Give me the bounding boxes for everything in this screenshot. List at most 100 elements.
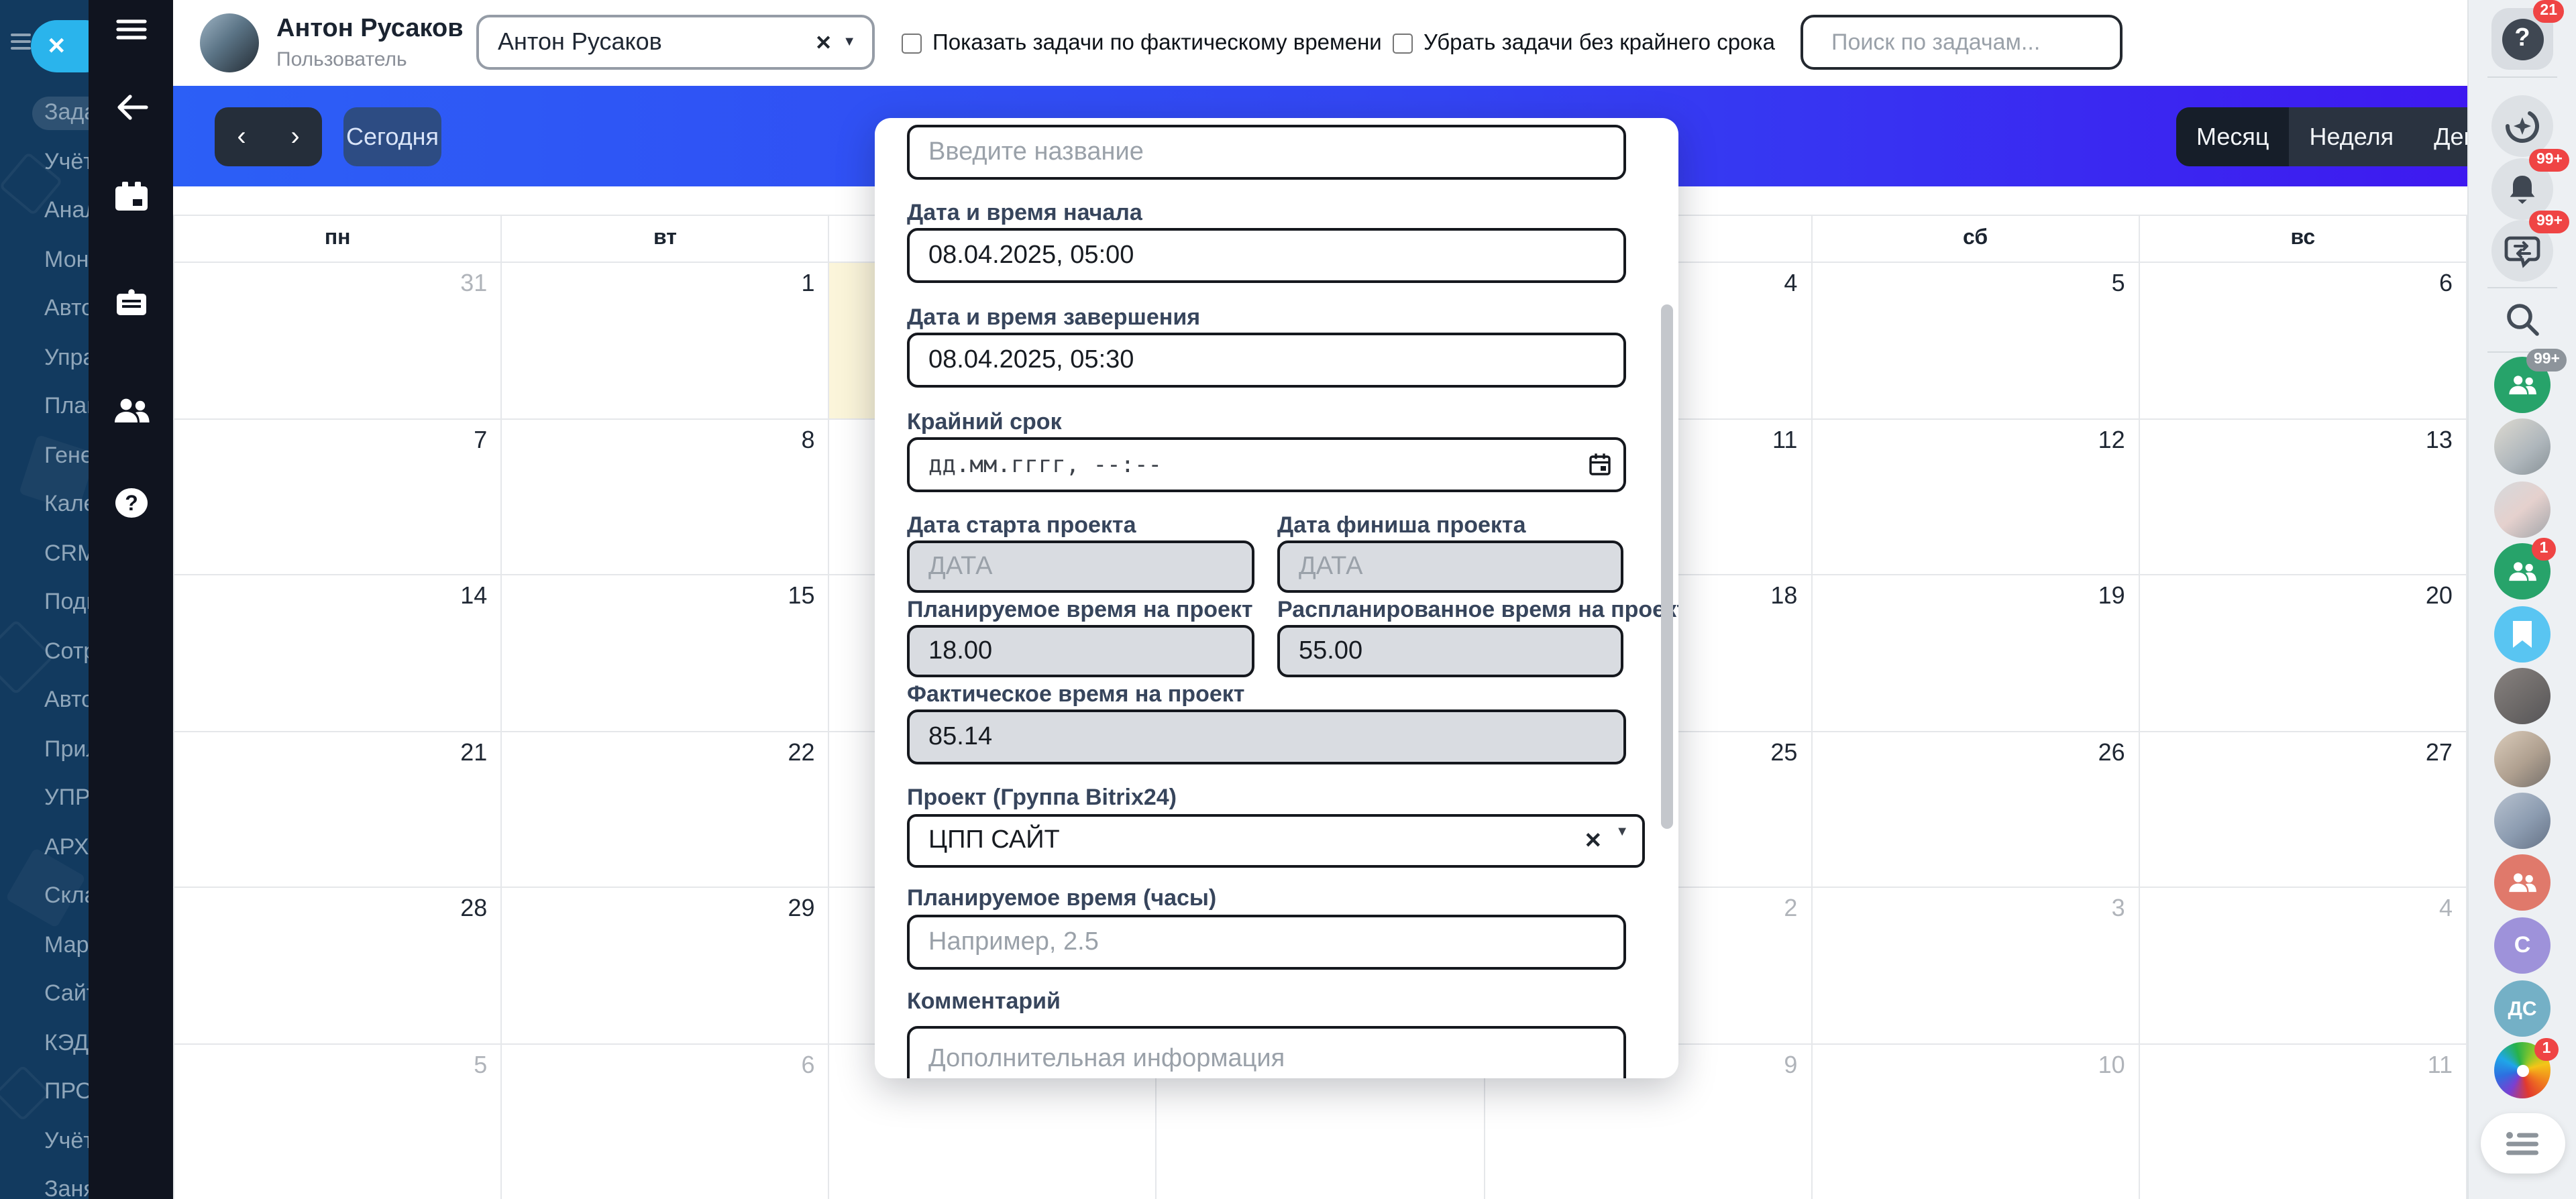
copilot-button[interactable] [2491,95,2553,157]
calendar-cell[interactable]: 13 [2140,419,2467,575]
filter-no-deadline-checkbox[interactable] [1393,33,1413,53]
planned-hours-input[interactable] [907,915,1626,970]
chat-avatar[interactable] [2494,793,2551,849]
calendar-cell[interactable]: 27 [2140,732,2467,888]
calendar-cell[interactable]: 1 [502,263,829,419]
calendar-cell[interactable]: 14 [174,575,502,732]
help-icon[interactable]: ? [89,476,173,530]
calendar-cell[interactable]: 8 [502,419,829,575]
bx-menu-item[interactable]: Учёт [0,137,89,186]
initials-avatar[interactable]: С [2494,917,2551,974]
clear-icon[interactable]: ✕ [1584,827,1615,854]
bx-menu-item[interactable]: АРХИ [0,823,89,872]
filter-actual-time[interactable]: Показать задачи по фактическому времени [902,0,1382,86]
next-button[interactable]: › [268,107,322,166]
bx-menu-item[interactable]: Мар [0,921,89,970]
assignee-select[interactable]: Антон Русаков ✕ ▼ [476,15,875,70]
bx-menu-item[interactable]: ПРО [0,1068,89,1117]
chevron-down-icon[interactable]: ▼ [843,35,856,50]
deadline-input[interactable] [907,437,1626,492]
today-button[interactable]: Сегодня [343,107,441,166]
calendar-cell[interactable]: 29 [502,888,829,1044]
calendar-cell[interactable]: 10 [1812,1044,2139,1199]
calendar-cell[interactable]: 15 [502,575,829,732]
search-input[interactable] [1829,27,2131,57]
deadline-calendar-icon[interactable] [1589,452,1611,476]
group-avatar[interactable]: 1 [2494,543,2551,600]
end-datetime-input[interactable] [907,333,1626,388]
rail-list-button[interactable] [2481,1113,2565,1174]
calendar-cell[interactable]: 31 [174,263,502,419]
bx-menu-item[interactable]: Авто [0,284,89,333]
bx-menu-item[interactable]: Заня [0,1165,89,1199]
bx-menu-item[interactable]: Упра [0,333,89,382]
bx-menu-item[interactable]: Анал [0,186,89,235]
bx-menu-item[interactable]: Подп [0,578,89,627]
task-name-input[interactable] [907,125,1626,180]
app-pinwheel-avatar[interactable]: 1 [2494,1042,2551,1098]
bx-menu-item[interactable]: CRM [0,529,89,578]
bx-menu-item[interactable]: План [0,382,89,431]
rail-search-button[interactable] [2501,298,2544,341]
view-week-button[interactable]: Неделя [2290,107,2414,166]
calendar-cell[interactable]: 3 [1812,888,2139,1044]
comment-textarea[interactable] [907,1026,1626,1078]
bx-menu-item[interactable]: Учёт [0,1117,89,1165]
calendar-cell[interactable]: 22 [502,732,829,888]
calendar-cell[interactable]: 21 [174,732,502,888]
calendar-cell[interactable]: 6 [2140,263,2467,419]
bx-menu-item[interactable]: Гене [0,431,89,480]
bx-menu-item[interactable]: Авто [0,676,89,725]
calendar-cell[interactable]: 20 [2140,575,2467,732]
prev-button[interactable]: ‹ [215,107,268,166]
calendar-cell[interactable]: 11 [2140,1044,2467,1199]
calendar-cell[interactable]: 7 [174,419,502,575]
start-datetime-input[interactable] [907,228,1626,283]
sidebar-close-button[interactable]: ✕ [31,20,89,72]
calendar-cell[interactable]: 6 [502,1044,829,1199]
chat-avatar[interactable] [2494,481,2551,538]
calendar-cell[interactable]: 19 [1812,575,2139,732]
menu-burger-icon[interactable] [89,3,173,56]
calendar-cell[interactable]: 5 [174,1044,502,1199]
group-avatar-salmon[interactable] [2494,854,2551,911]
sidebar-burger-icon[interactable] [11,34,31,50]
saved-messages-avatar[interactable] [2494,606,2551,663]
bx-menu-item[interactable]: Кале [0,480,89,529]
calendar-cell[interactable]: 5 [1812,263,2139,419]
tasks-clipboard-icon[interactable] [89,278,173,331]
back-arrow-icon[interactable] [89,80,173,134]
bx-menu-item[interactable]: Сотр [0,627,89,676]
chevron-down-icon[interactable]: ▼ [1615,825,1629,840]
filter-actual-time-checkbox[interactable] [902,33,922,53]
copilot-icon [2501,105,2544,148]
calendar-cell[interactable]: 28 [174,888,502,1044]
help-button[interactable]: ? 21 [2491,8,2553,70]
initials-avatar[interactable]: ДС [2494,980,2551,1037]
bx-menu-item[interactable]: Скла [0,872,89,921]
user-avatar[interactable] [200,13,259,72]
calendar-cell[interactable]: 12 [1812,419,2139,575]
clear-icon[interactable]: ✕ [804,30,843,54]
employees-avatar[interactable]: 99+ [2494,357,2551,413]
bx-menu-item[interactable]: УПРА [0,774,89,823]
calendar-icon[interactable] [89,170,173,224]
bx-menu-item[interactable]: Мон [0,235,89,284]
filter-no-deadline[interactable]: Убрать задачи без крайнего срока [1393,0,1775,86]
user-name: Антон Русаков [276,15,464,44]
bx-menu-item[interactable]: Сайт [0,970,89,1019]
messenger-button[interactable]: 99+ [2491,220,2553,282]
calendar-cell[interactable]: 26 [1812,732,2139,888]
chat-avatar[interactable] [2494,731,2551,787]
bx-menu-item[interactable]: Прил [0,725,89,774]
bx-menu-item[interactable]: Зада [0,89,89,137]
people-icon[interactable] [89,384,173,437]
chat-avatar[interactable] [2494,668,2551,724]
view-month-button[interactable]: Месяц [2176,107,2290,166]
chat-avatar[interactable] [2494,418,2551,475]
calendar-cell[interactable]: 4 [2140,888,2467,1044]
bx-menu-item[interactable]: КЭД [0,1019,89,1068]
modal-scrollbar[interactable] [1661,304,1673,829]
project-select[interactable]: ЦПП САЙТ ✕ ▼ [907,814,1645,868]
calendar-date: 6 [2439,270,2453,298]
